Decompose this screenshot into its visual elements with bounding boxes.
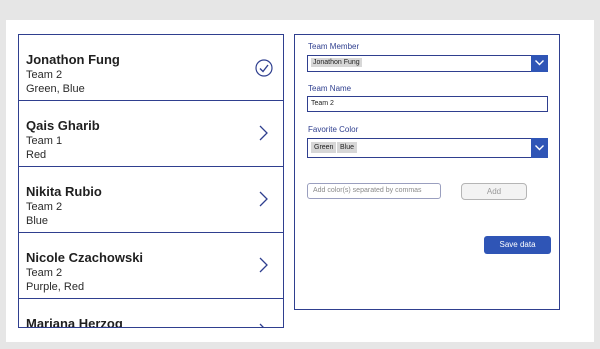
- member-colors: Blue: [26, 215, 49, 227]
- gallery-item-qais-gharib[interactable]: Qais Gharib Team 1 Red: [19, 101, 283, 167]
- favorite-color-combobox[interactable]: Green Blue: [307, 138, 548, 158]
- checkmark-circle-icon[interactable]: [255, 59, 273, 77]
- add-color-placeholder: Add color(s) separated by commas: [313, 187, 422, 194]
- chevron-right-icon[interactable]: [255, 257, 271, 273]
- dropdown-toggle[interactable]: [531, 138, 548, 158]
- favorite-color-label: Favorite Color: [308, 125, 359, 134]
- member-name: Nikita Rubio: [26, 184, 102, 199]
- gallery-item-mariana-herzog[interactable]: Mariana Herzog: [19, 299, 283, 328]
- dropdown-toggle[interactable]: [531, 55, 548, 72]
- member-team: Team 2: [26, 69, 63, 81]
- gallery-item-jonathon-fung[interactable]: Jonathon Fung Team 2 Green, Blue: [19, 35, 283, 101]
- save-data-button[interactable]: Save data: [484, 236, 551, 254]
- member-colors: Green, Blue: [26, 83, 85, 95]
- gallery-item-nikita-rubio[interactable]: Nikita Rubio Team 2 Blue: [19, 167, 283, 233]
- edit-form: Team Member Jonathon Fung Team Name Team…: [294, 34, 560, 310]
- team-member-dropdown[interactable]: Jonathon Fung: [307, 55, 548, 72]
- team-name-value: Team 2: [311, 100, 334, 107]
- add-button[interactable]: Add: [461, 183, 527, 200]
- member-name: Qais Gharib: [26, 118, 100, 133]
- team-member-value: Jonathon Fung: [311, 58, 362, 67]
- team-name-input[interactable]: Team 2: [307, 96, 548, 112]
- color-chip[interactable]: Green: [311, 142, 337, 153]
- chevron-down-icon: [535, 145, 544, 151]
- member-colors: Red: [26, 149, 47, 161]
- member-team: Team 2: [26, 267, 63, 279]
- team-member-label: Team Member: [308, 42, 360, 51]
- member-name: Jonathon Fung: [26, 52, 120, 67]
- team-name-label: Team Name: [308, 84, 352, 93]
- add-color-input[interactable]: Add color(s) separated by commas: [307, 183, 441, 199]
- chevron-right-icon[interactable]: [255, 191, 271, 207]
- chevron-right-icon[interactable]: [255, 323, 271, 328]
- color-chip[interactable]: Blue: [337, 142, 358, 153]
- member-team: Team 1: [26, 135, 63, 147]
- chevron-down-icon: [535, 60, 544, 66]
- member-team: Team 2: [26, 201, 63, 213]
- team-member-gallery[interactable]: Jonathon Fung Team 2 Green, Blue Qais Gh…: [18, 34, 284, 328]
- member-name: Nicole Czachowski: [26, 250, 144, 265]
- member-name: Mariana Herzog: [26, 316, 123, 328]
- chevron-right-icon[interactable]: [255, 125, 271, 141]
- gallery-item-nicole-czachowski[interactable]: Nicole Czachowski Team 2 Purple, Red: [19, 233, 283, 299]
- member-colors: Purple, Red: [26, 281, 85, 293]
